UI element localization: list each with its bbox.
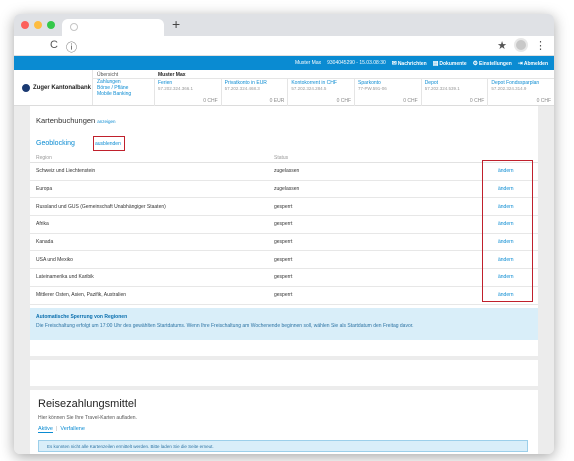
region-cell: Lateinamerika und Karibik <box>36 274 94 281</box>
highlight-box <box>93 136 125 151</box>
dokumente-link[interactable]: ▤Dokumente <box>433 60 467 67</box>
table-row: Schweiz und Liechtenstein zugelassen änd… <box>30 163 538 181</box>
reisezahlungsmittel-heading: Reisezahlungsmittel <box>38 398 137 410</box>
column-header-status: Status <box>274 155 289 161</box>
reload-icon[interactable]: C <box>50 39 58 51</box>
travel-card-tabs: Aktive | Verfallene <box>38 426 85 433</box>
bank-logo[interactable]: Zuger Kantonalbank <box>14 70 92 105</box>
window-controls <box>21 21 55 29</box>
region-cell: Kanada <box>36 239 54 246</box>
table-row: Afrika gesperrt ändern <box>30 216 538 234</box>
tab-verfallene[interactable]: Verfallene <box>60 426 84 432</box>
maximize-window-button[interactable] <box>47 21 55 29</box>
logout-icon: ⇥ <box>517 60 523 67</box>
region-cell: USA und Mexiko <box>36 256 73 263</box>
region-cell: Mittlerer Osten, Asien, Pazifik, Austral… <box>36 292 127 299</box>
account-tile[interactable]: Depot Fondssparplan 57.202.324.314.9 0 C… <box>487 79 554 106</box>
region-cell: Europa <box>36 186 53 193</box>
card-travel-money: Reisezahlungsmittel Hier können Sie Ihre… <box>30 390 538 454</box>
region-cell: Schweiz und Liechtenstein <box>36 168 96 175</box>
main-content: Kartenbuchungen anzeigen Geoblocking ausb… <box>14 106 554 454</box>
session-info: 9304045290 - 15.03.08:30 <box>327 60 386 66</box>
close-window-button[interactable] <box>21 21 29 29</box>
table-row: Kanada gesperrt ändern <box>30 234 538 252</box>
status-cell: zugelassen <box>274 186 300 193</box>
table-row: Europa zugelassen ändern <box>30 181 538 199</box>
kartenbuchungen-heading: Kartenbuchungen anzeigen <box>36 116 116 125</box>
account-header: Zuger Kantonalbank Übersicht Zahlungen B… <box>14 70 554 106</box>
region-cell: Russland und GUS (Gemeinschaft Unabhängi… <box>36 203 166 210</box>
bookmark-star-icon[interactable]: ★ <box>497 39 507 52</box>
status-cell: gesperrt <box>274 256 293 263</box>
profile-avatar[interactable] <box>514 38 528 52</box>
address-bar[interactable] <box>66 39 496 53</box>
account-list: Ferien 57.202.324.366.1 0 CHF Privatkont… <box>154 79 554 106</box>
tab-aktive[interactable]: Aktive <box>38 426 53 433</box>
status-cell: gesperrt <box>274 239 293 246</box>
alert-message: Es konnten nicht alle Kartenzeilen ermit… <box>38 440 528 452</box>
card-settings: Kartenbuchungen anzeigen Geoblocking ausb… <box>30 106 538 356</box>
minimize-window-button[interactable] <box>34 21 42 29</box>
app-top-bar: Muster Max 9304045290 - 15.03.08:30 ✉Nac… <box>14 56 554 70</box>
table-row: Mittlerer Osten, Asien, Pazifik, Austral… <box>30 287 538 305</box>
status-cell: zugelassen <box>274 168 300 175</box>
tab-separator: | <box>55 426 58 432</box>
status-cell: gesperrt <box>274 203 293 210</box>
region-cell: Afrika <box>36 221 49 228</box>
geoblocking-table: Region Status Schweiz und Liechtenstein … <box>30 154 538 305</box>
gear-icon: ⚙ <box>472 60 479 67</box>
bank-logo-icon <box>22 83 30 92</box>
account-tile[interactable]: Kontokorrent in CHF 57.202.324.284.5 0 C… <box>287 79 354 106</box>
empty-card <box>30 360 538 386</box>
main-menu: Übersicht Zahlungen Börse / Pfläne Mobil… <box>92 70 154 105</box>
menu-overview[interactable]: Übersicht <box>93 70 154 79</box>
geoblocking-heading: Geoblocking <box>36 140 75 147</box>
account-tile[interactable]: Sparkonto 77-PW.591-06 0 CHF <box>354 79 421 106</box>
account-owner: Muster Max <box>154 70 554 79</box>
browser-window: + C ⓘ ★ ⋮ Muster Max 9304045290 - 15.03.… <box>14 14 554 454</box>
account-tile[interactable]: Privatkonto in EUR 57.202.324.468.3 0 EU… <box>220 79 288 106</box>
document-icon: ▤ <box>432 60 439 67</box>
new-tab-button[interactable]: + <box>172 16 180 32</box>
info-title: Automatische Sperrung von Regionen <box>36 314 128 320</box>
table-row: Lateinamerika und Karibik gesperrt änder… <box>30 269 538 287</box>
table-header: Region Status <box>30 154 538 163</box>
nachrichten-link[interactable]: ✉Nachrichten <box>392 60 427 67</box>
user-name: Muster Max <box>294 60 322 66</box>
favicon-icon <box>70 23 78 31</box>
abmelden-link[interactable]: ⇥Abmelden <box>518 60 548 67</box>
info-text: Die Freischaltung erfolgt um 17:00 Uhr d… <box>36 323 414 329</box>
menu-item-mobile-banking[interactable]: Mobile Banking <box>93 91 154 97</box>
table-row: USA und Mexiko gesperrt ändern <box>30 251 538 270</box>
account-tile[interactable]: Depot 57.202.324.539.1 0 CHF <box>420 79 488 106</box>
reisezahlungsmittel-subtitle: Hier können Sie Ihre Travel-Karten aufla… <box>38 415 137 421</box>
kartenbuchungen-show-link[interactable]: anzeigen <box>97 119 115 124</box>
mail-icon: ✉ <box>391 60 397 67</box>
column-header-region: Region <box>36 155 52 161</box>
info-box: Automatische Sperrung von Regionen Die F… <box>30 308 538 340</box>
browser-toolbar: C ⓘ ★ ⋮ <box>14 36 554 56</box>
status-cell: gesperrt <box>274 292 293 299</box>
table-row: Russland und GUS (Gemeinschaft Unabhängi… <box>30 198 538 217</box>
browser-menu-icon[interactable]: ⋮ <box>535 39 546 52</box>
highlight-box <box>482 160 533 302</box>
browser-tab[interactable] <box>62 19 164 36</box>
account-tile[interactable]: Ferien 57.202.324.366.1 0 CHF <box>154 79 221 106</box>
status-cell: gesperrt <box>274 221 293 228</box>
accounts-panel: Muster Max Ferien 57.202.324.366.1 0 CHF… <box>154 70 554 106</box>
status-cell: gesperrt <box>274 274 293 281</box>
einstellungen-link[interactable]: ⚙Einstellungen <box>473 60 512 67</box>
browser-tab-bar: + <box>14 14 554 36</box>
